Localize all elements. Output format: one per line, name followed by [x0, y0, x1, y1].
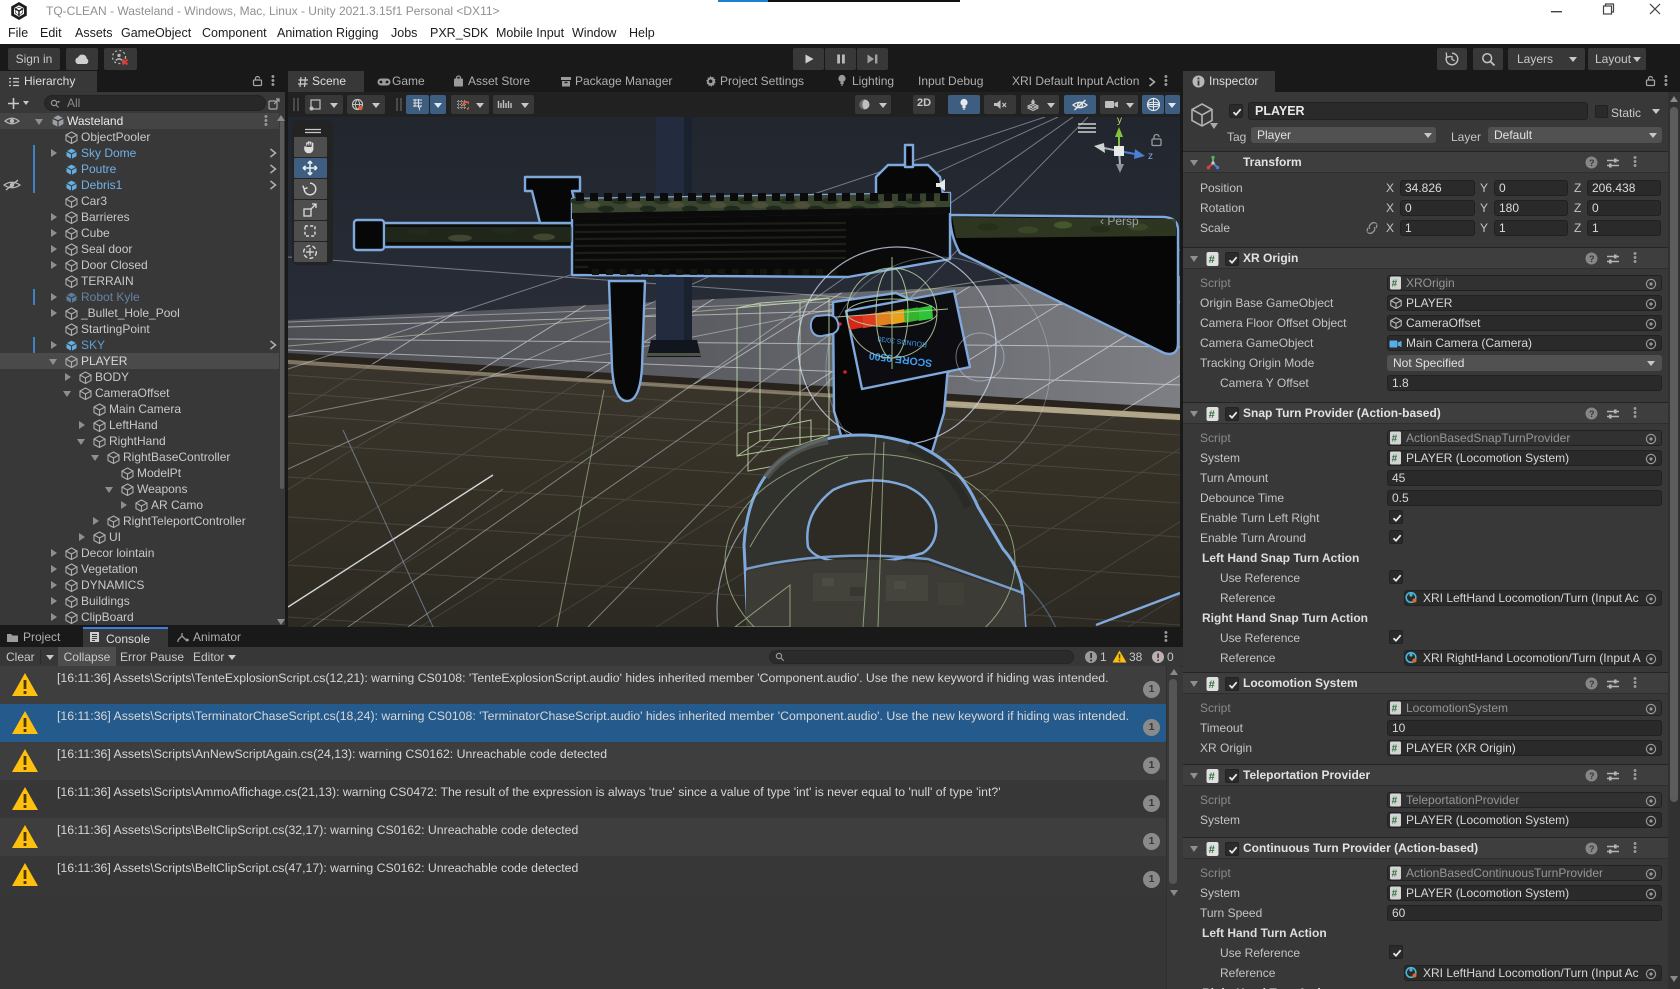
svg-text:#: # — [1392, 704, 1398, 715]
svg-text:?: ? — [1589, 409, 1595, 419]
svg-text:#: # — [1392, 454, 1398, 465]
svg-text:?: ? — [1589, 844, 1595, 854]
svg-text:?: ? — [1589, 254, 1595, 264]
svg-text:#: # — [1209, 254, 1215, 266]
svg-text:y: y — [1117, 117, 1122, 126]
svg-text:z: z — [1148, 151, 1153, 162]
svg-text:#: # — [1209, 844, 1215, 856]
svg-text:‹ Persp: ‹ Persp — [1100, 214, 1139, 228]
svg-text:#: # — [1392, 796, 1398, 807]
svg-text:#: # — [1392, 816, 1398, 827]
svg-text:?: ? — [1589, 679, 1595, 689]
svg-text:#: # — [1209, 679, 1215, 691]
svg-text:#: # — [1209, 409, 1215, 421]
svg-text:#: # — [1392, 279, 1398, 290]
svg-text:#: # — [1392, 889, 1398, 900]
svg-text:Y: Y — [417, 106, 422, 112]
svg-text:?: ? — [1589, 771, 1595, 781]
svg-text:?: ? — [1589, 158, 1595, 168]
svg-text:#: # — [1392, 744, 1398, 755]
svg-text:#: # — [1392, 869, 1398, 880]
svg-text:#: # — [1392, 434, 1398, 445]
svg-text:#: # — [1209, 771, 1215, 783]
